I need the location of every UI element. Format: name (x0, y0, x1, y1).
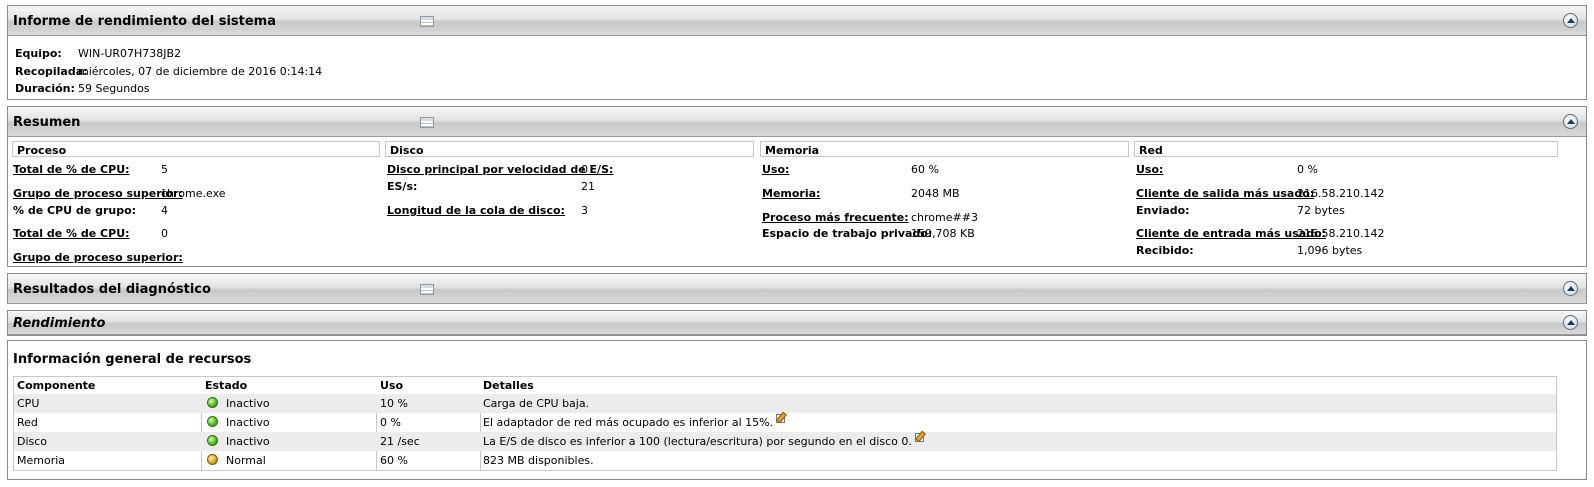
memoria-value-0: 60 % (911, 163, 939, 176)
proceso-value-0: 5 (161, 163, 168, 176)
proceso-label-0[interactable]: Total de % de CPU: (13, 163, 130, 176)
diagnostics-section: Resultados del diagnóstico (7, 273, 1587, 304)
table-row: CPU Inactivo 10 % Carga de CPU baja. (14, 394, 1556, 413)
memoria-label-1[interactable]: Memoria: (762, 187, 820, 200)
recopilada-label: Recopilada: (15, 65, 88, 78)
collapse-icon[interactable] (1563, 281, 1578, 296)
red-value-2: 72 bytes (1297, 204, 1345, 217)
col-uso[interactable]: Uso (380, 379, 403, 392)
state-cell: Inactivo (226, 416, 270, 429)
equipo-label: Equipo: (15, 47, 62, 60)
state-cell: Inactivo (226, 435, 270, 448)
memoria-label-3: Espacio de trabajo privado: (762, 227, 933, 240)
collapse-icon[interactable] (1563, 13, 1578, 28)
disco-value-0: 0 (581, 163, 588, 176)
status-green-icon (207, 397, 218, 408)
performance-section: Rendimiento (7, 310, 1587, 336)
edit-icon[interactable] (776, 414, 786, 423)
details-cell-wrap: La E/S de disco es inferior a 100 (lectu… (483, 433, 924, 448)
state-cell: Normal (226, 454, 266, 467)
col-estado[interactable]: Estado (205, 379, 247, 392)
table-row: Disco Inactivo 21 /sec La E/S de disco e… (14, 432, 1556, 451)
performance-title: Rendimiento (13, 316, 106, 331)
col-componente[interactable]: Componente (17, 379, 95, 392)
table-view-icon[interactable] (420, 16, 434, 27)
duracion-label: Duración: (15, 82, 75, 95)
memoria-label-2[interactable]: Proceso más frecuente: (762, 211, 909, 224)
status-green-icon (207, 416, 218, 427)
report-info-section: Informe de rendimiento del sistema Equip… (7, 5, 1587, 100)
red-label-4: Recibido: (1136, 244, 1194, 257)
disco-label-1: ES/s: (387, 180, 418, 193)
table-view-icon[interactable] (420, 117, 434, 128)
red-header: Red (1134, 141, 1558, 157)
red-value-4: 1,096 bytes (1297, 244, 1363, 257)
component-cell: Red (17, 416, 38, 429)
proceso-label-4[interactable]: Grupo de proceso superior: (13, 251, 183, 264)
disco-label-2[interactable]: Longitud de la cola de disco: (387, 204, 565, 217)
summary-title: Resumen (13, 115, 81, 130)
memoria-value-3: 159,708 KB (911, 227, 975, 240)
proceso-label-3[interactable]: Total de % de CPU: (13, 227, 130, 240)
disco-value-2: 3 (581, 204, 588, 217)
table-view-icon[interactable] (420, 284, 434, 295)
table-row: Red Inactivo 0 % El adaptador de red más… (14, 413, 1556, 432)
usage-cell: 60 % (380, 454, 408, 467)
component-cell: Memoria (17, 454, 66, 467)
col-detalles[interactable]: Detalles (483, 379, 534, 392)
red-value-0: 0 % (1297, 163, 1318, 176)
details-cell: Carga de CPU baja. (483, 397, 590, 410)
memoria-value-1: 2048 MB (911, 187, 960, 200)
details-cell: La E/S de disco es inferior a 100 (lectu… (483, 435, 912, 448)
red-label-2: Enviado: (1136, 204, 1190, 217)
resources-section: Información general de recursos Componen… (7, 340, 1587, 480)
duracion-value: 59 Segundos (78, 82, 150, 95)
resources-table: Componente Estado Uso Detalles CPU Inact… (13, 376, 1557, 471)
table-row: Memoria Normal 60 % 823 MB disponibles. (14, 451, 1556, 470)
disco-label-0[interactable]: Disco principal por velocidad de E/S: (387, 163, 613, 176)
collapse-icon[interactable] (1563, 315, 1578, 330)
red-value-3: 216.58.210.142 (1297, 227, 1385, 240)
usage-cell: 10 % (380, 397, 408, 410)
details-cell: 823 MB disponibles. (483, 454, 594, 467)
red-label-1[interactable]: Cliente de salida más usado: (1136, 187, 1314, 200)
memoria-value-2: chrome##3 (911, 211, 978, 224)
red-label-0[interactable]: Uso: (1136, 163, 1163, 176)
recopilada-value: miércoles, 07 de diciembre de 2016 0:14:… (78, 65, 323, 78)
collapse-icon[interactable] (1563, 114, 1578, 129)
status-yellow-icon (207, 454, 218, 465)
summary-section: Resumen Proceso Total de % de CPU: 5 Gru… (7, 106, 1587, 267)
memoria-header: Memoria (760, 141, 1129, 157)
edit-icon[interactable] (914, 433, 924, 442)
usage-cell: 21 /sec (380, 435, 420, 448)
proceso-value-3: 0 (161, 227, 168, 240)
red-value-1: 216.58.210.142 (1297, 187, 1385, 200)
usage-cell: 0 % (380, 416, 401, 429)
state-cell: Inactivo (226, 397, 270, 410)
proceso-label-2: % de CPU de grupo: (13, 204, 137, 217)
proceso-header: Proceso (12, 141, 380, 157)
component-cell: Disco (17, 435, 48, 448)
report-info-header[interactable]: Informe de rendimiento del sistema (8, 6, 1586, 36)
table-header-row: Componente Estado Uso Detalles (14, 377, 1556, 394)
performance-header[interactable]: Rendimiento (8, 311, 1586, 335)
resources-title: Información general de recursos (13, 352, 252, 367)
diagnostics-title: Resultados del diagnóstico (13, 282, 211, 297)
memoria-label-0[interactable]: Uso: (762, 163, 789, 176)
disco-header: Disco (385, 141, 754, 157)
summary-header[interactable]: Resumen (8, 107, 1586, 137)
details-cell: El adaptador de red más ocupado es infer… (483, 416, 774, 429)
proceso-label-1[interactable]: Grupo de proceso superior: (13, 187, 183, 200)
proceso-value-1: chrome.exe (161, 187, 226, 200)
report-title: Informe de rendimiento del sistema (13, 14, 277, 29)
status-green-icon (207, 435, 218, 446)
diagnostics-header[interactable]: Resultados del diagnóstico (8, 274, 1586, 304)
disco-value-1: 21 (581, 180, 595, 193)
equipo-value: WIN-UR07H738JB2 (78, 47, 182, 60)
component-cell: CPU (17, 397, 40, 410)
details-cell-wrap: El adaptador de red más ocupado es infer… (483, 414, 786, 429)
proceso-value-2: 4 (161, 204, 168, 217)
